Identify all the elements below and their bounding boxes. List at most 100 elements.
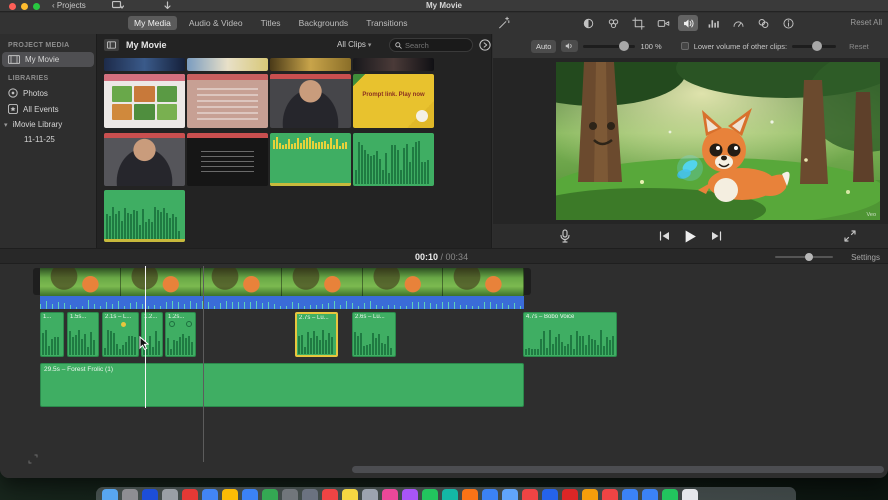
color-balance-icon[interactable]: [578, 15, 598, 31]
audio-clip-selected[interactable]: 2.7s – Lu...: [295, 312, 338, 357]
media-thumbnail[interactable]: [104, 58, 185, 71]
dock-app-icon[interactable]: [402, 489, 418, 500]
media-thumbnail[interactable]: [187, 58, 268, 71]
reset-all-button[interactable]: Reset All: [850, 18, 882, 27]
tab-audio-video[interactable]: Audio & Video: [183, 16, 249, 30]
media-thumbnail-slide[interactable]: Prompt link. Play now: [353, 74, 434, 128]
tab-my-media[interactable]: My Media: [128, 16, 177, 30]
dock-app-icon[interactable]: [582, 489, 598, 500]
speed-icon[interactable]: [728, 15, 748, 31]
dock-app-icon[interactable]: [362, 489, 378, 500]
dock-app-icon[interactable]: [342, 489, 358, 500]
media-thumbnail-document[interactable]: [187, 74, 268, 128]
volume-slider-knob[interactable]: [619, 41, 630, 51]
clip-filter-dropdown[interactable]: All Clips: [337, 40, 371, 49]
dock-app-icon[interactable]: [302, 489, 318, 500]
media-thumbnail-presenter[interactable]: [104, 133, 185, 186]
dock-app-icon[interactable]: [242, 489, 258, 500]
timeline[interactable]: 1... 1.5s... 2.1s – L... 1.2... 1.2s...: [0, 264, 888, 478]
clip-trim-handle[interactable]: [524, 268, 531, 295]
timeline-horizontal-scrollbar[interactable]: [352, 466, 884, 473]
audio-clip[interactable]: 2.6s – Lu...: [352, 312, 396, 357]
audio-clip[interactable]: 4.7s – Bobo Voice: [523, 312, 617, 357]
clip-filter-icon[interactable]: [753, 15, 773, 31]
timeline-zoom-slider[interactable]: [775, 253, 833, 261]
tab-transitions[interactable]: Transitions: [360, 16, 413, 30]
dock-app-icon[interactable]: [542, 489, 558, 500]
dock-app-icon[interactable]: [462, 489, 478, 500]
dock-app-icon[interactable]: [222, 489, 238, 500]
play-button[interactable]: [684, 230, 697, 243]
search-field[interactable]: [389, 38, 473, 52]
sidebar-item-all-events[interactable]: All Events: [2, 101, 94, 117]
dock-app-icon[interactable]: [622, 489, 638, 500]
media-thumbnail-audio[interactable]: [353, 133, 434, 186]
dock-app-icon[interactable]: [522, 489, 538, 500]
dock-app-icon[interactable]: [282, 489, 298, 500]
media-thumbnail-audio[interactable]: [104, 190, 185, 242]
video-track-filmstrip[interactable]: [40, 268, 524, 296]
audio-clip[interactable]: 1.2s...: [165, 312, 196, 357]
skip-forward-button[interactable]: [711, 231, 722, 241]
search-input[interactable]: [405, 40, 465, 50]
appearance-toggle-icon[interactable]: [104, 39, 119, 51]
dock-app-icon[interactable]: [442, 489, 458, 500]
video-audio-waveform-bar[interactable]: [40, 296, 524, 309]
dock-app-icon[interactable]: [262, 489, 278, 500]
enhance-wand-icon[interactable]: [497, 16, 511, 30]
dock-app-icon[interactable]: [142, 489, 158, 500]
dock-app-icon[interactable]: [322, 489, 338, 500]
stabilization-icon[interactable]: [653, 15, 673, 31]
media-thumbnail-presenter[interactable]: [270, 74, 351, 128]
dock-app-icon[interactable]: [482, 489, 498, 500]
ducking-slider-knob[interactable]: [812, 41, 823, 51]
zoom-slider-knob[interactable]: [805, 253, 813, 261]
tab-titles[interactable]: Titles: [255, 16, 287, 30]
dock-app-icon[interactable]: [162, 489, 178, 500]
dock-app-icon[interactable]: [602, 489, 618, 500]
media-thumbnail-terminal[interactable]: [187, 133, 268, 186]
chevron-down-icon[interactable]: ▾: [4, 121, 8, 129]
audio-clip[interactable]: 1...: [40, 312, 64, 357]
dock-app-icon[interactable]: [202, 489, 218, 500]
sidebar-item-my-movie[interactable]: My Movie: [2, 52, 94, 67]
dock-app-icon[interactable]: [422, 489, 438, 500]
media-thumbnail[interactable]: [353, 58, 434, 71]
dock-app-icon[interactable]: [102, 489, 118, 500]
ducking-slider[interactable]: [792, 41, 837, 51]
audio-clip[interactable]: 2.1s – L...: [102, 312, 139, 357]
audio-clip[interactable]: 1.5s...: [67, 312, 99, 357]
skip-back-button[interactable]: [659, 231, 670, 241]
clip-trim-handle[interactable]: [33, 268, 40, 295]
reset-button[interactable]: Reset: [849, 42, 869, 51]
lower-volume-checkbox[interactable]: [680, 42, 689, 50]
crop-icon[interactable]: [628, 15, 648, 31]
noise-reduction-icon[interactable]: [703, 15, 723, 31]
sidebar-item-photos[interactable]: Photos: [2, 85, 94, 101]
media-thumbnail-webpage[interactable]: [104, 74, 185, 128]
forward-circle-icon[interactable]: [479, 39, 491, 51]
media-thumbnail-audio[interactable]: [270, 133, 351, 186]
color-correction-icon[interactable]: [603, 15, 623, 31]
dock[interactable]: [96, 487, 796, 500]
sidebar-item-event-11-11-25[interactable]: 11-11-25: [2, 132, 94, 147]
mute-button[interactable]: [561, 40, 579, 52]
dock-app-icon[interactable]: [122, 489, 138, 500]
dock-app-icon[interactable]: [502, 489, 518, 500]
dock-app-icon[interactable]: [682, 489, 698, 500]
timeline-settings-button[interactable]: Settings: [851, 253, 880, 262]
dock-app-icon[interactable]: [382, 489, 398, 500]
tab-backgrounds[interactable]: Backgrounds: [293, 16, 355, 30]
sidebar-item-imovie-library[interactable]: ▾ iMovie Library: [2, 117, 94, 132]
clip-info-icon[interactable]: [778, 15, 798, 31]
dock-app-icon[interactable]: [182, 489, 198, 500]
dock-app-icon[interactable]: [562, 489, 578, 500]
volume-slider[interactable]: [583, 41, 636, 51]
dock-app-icon[interactable]: [662, 489, 678, 500]
volume-icon[interactable]: [678, 15, 698, 31]
media-thumbnail[interactable]: [270, 58, 351, 71]
background-music-clip[interactable]: 29.5s – Forest Frolic (1): [40, 363, 524, 407]
fullscreen-icon[interactable]: [844, 230, 856, 242]
auto-volume-button[interactable]: Auto: [531, 39, 557, 53]
dock-app-icon[interactable]: [642, 489, 658, 500]
